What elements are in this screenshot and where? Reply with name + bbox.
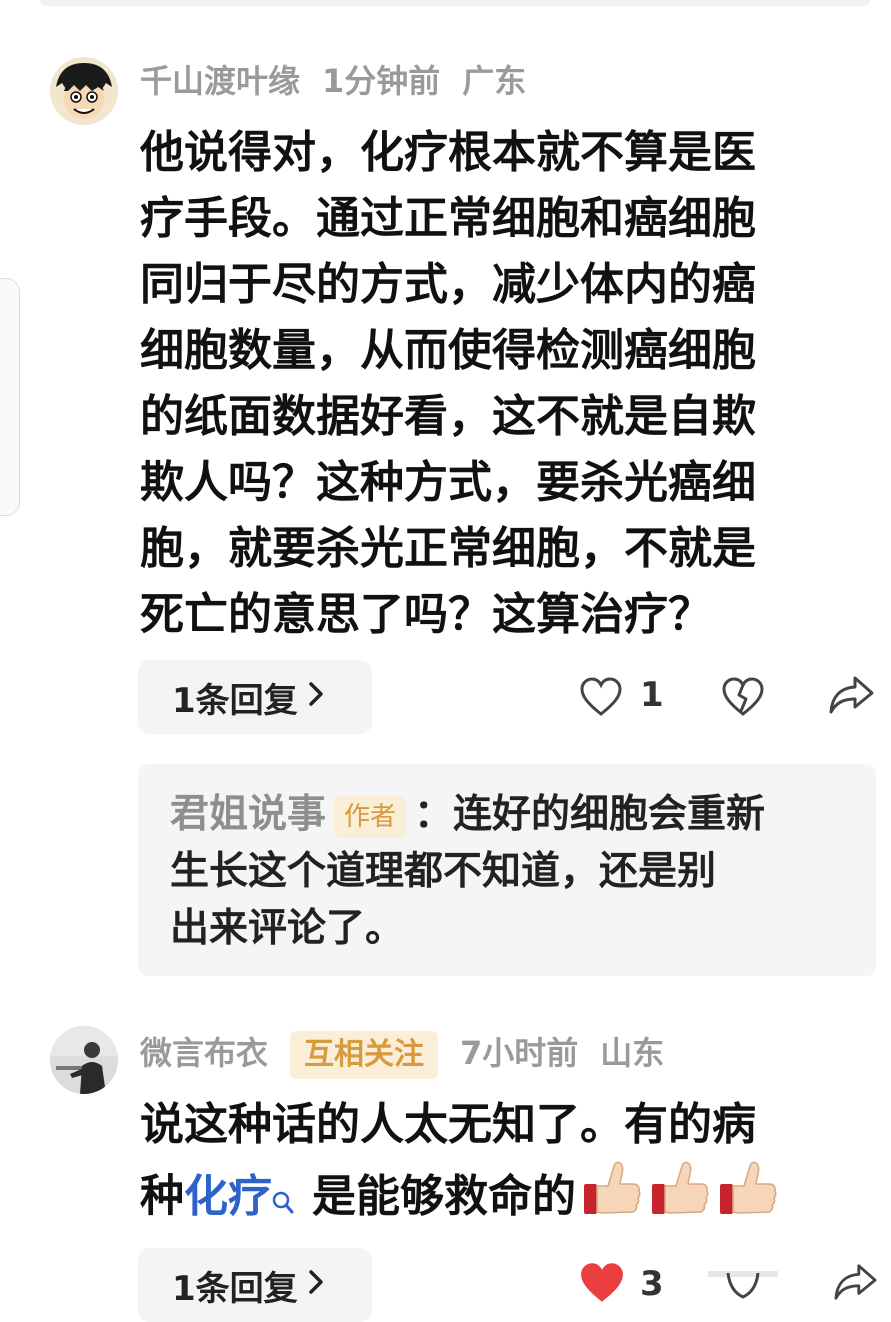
reply-line: 出来评论了。: [170, 906, 405, 951]
view-replies-button[interactable]: 1条回复: [138, 1248, 372, 1322]
comment-body: 说这种话的人太无知了。有的病 种化疗 是能够救命的: [140, 1092, 780, 1239]
mutual-follow-badge: 互相关注: [290, 1031, 439, 1079]
username[interactable]: 微言布衣: [140, 1034, 268, 1072]
reply-count-label: 1条回复: [172, 680, 298, 721]
reply-separator: ：: [414, 792, 454, 837]
reply-preview[interactable]: 君姐说事 作者 ：连好的细胞会重新 生长这个道理都不知道，还是别 出来评论了。: [138, 764, 876, 976]
thumbs-up-emoji: [650, 1158, 712, 1239]
comment-line: 死亡的意思了吗？这算治疗？: [140, 589, 712, 640]
search-icon: [272, 1168, 294, 1234]
comment-line: 说这种话的人太无知了。有的病: [140, 1099, 756, 1150]
comment-line: 疗手段。通过正常细胞和癌细胞: [140, 193, 756, 244]
share-icon[interactable]: [832, 1262, 878, 1302]
reply-text: 连好的细胞会重新: [453, 792, 766, 837]
timestamp: 7小时前: [460, 1034, 579, 1072]
avatar[interactable]: [50, 57, 118, 125]
search-keyword-link[interactable]: 化疗: [184, 1171, 294, 1222]
comment-meta: 微言布衣 互相关注 7小时前 山东: [140, 1029, 686, 1079]
like-count: 1: [640, 675, 664, 715]
heart-filled-icon[interactable]: [576, 1260, 628, 1306]
comment-line: 的纸面数据好看，这不就是自欺: [140, 391, 756, 442]
comment-line: 细胞数量，从而使得检测癌细胞: [140, 325, 756, 376]
reply-count-label: 1条回复: [172, 1268, 298, 1309]
timestamp: 1分钟前: [322, 62, 441, 100]
avatar[interactable]: [50, 1026, 118, 1094]
comment-meta: 千山渡叶缘 1分钟前 广东: [140, 58, 548, 104]
reply-line: 生长这个道理都不知道，还是别: [170, 849, 717, 894]
like-count: 3: [640, 1264, 664, 1304]
side-drawer-handle[interactable]: [0, 278, 20, 516]
comment-line: 种化疗 是能够救命的: [140, 1158, 780, 1239]
comment-text: 是能够救命的: [312, 1170, 576, 1222]
broken-heart-icon[interactable]: [720, 674, 766, 720]
reply-author-name[interactable]: 君姐说事: [170, 792, 326, 837]
username[interactable]: 千山渡叶缘: [140, 62, 300, 100]
chevron-right-icon: [308, 680, 324, 715]
chevron-right-icon: [308, 1268, 324, 1303]
heart-outline-icon[interactable]: [578, 674, 624, 720]
thumbs-up-emoji: [582, 1158, 644, 1239]
author-badge: 作者: [334, 795, 407, 838]
reply-line: 君姐说事 作者 ：连好的细胞会重新: [170, 786, 765, 843]
location: 广东: [462, 62, 527, 100]
previous-item-edge: [40, 0, 870, 6]
share-icon[interactable]: [826, 672, 876, 718]
comment-line: 同归于尽的方式，减少体内的癌: [140, 259, 756, 310]
broken-heart-icon[interactable]: [708, 1262, 778, 1302]
comment-line: 胞，就要杀光正常细胞，不就是: [140, 523, 756, 574]
view-replies-button[interactable]: 1条回复: [138, 660, 372, 734]
location: 山东: [600, 1034, 665, 1072]
comment-line: 他说得对，化疗根本就不算是医: [140, 127, 756, 178]
comment-body: 他说得对，化疗根本就不算是医 疗手段。通过正常细胞和癌细胞 同归于尽的方式，减少…: [140, 120, 756, 648]
comment-text: 种: [140, 1170, 184, 1222]
thumbs-up-emoji: [718, 1158, 780, 1239]
comment-line: 欺人吗？这种方式，要杀光癌细: [140, 457, 756, 508]
search-keyword-text: 化疗: [184, 1170, 272, 1222]
